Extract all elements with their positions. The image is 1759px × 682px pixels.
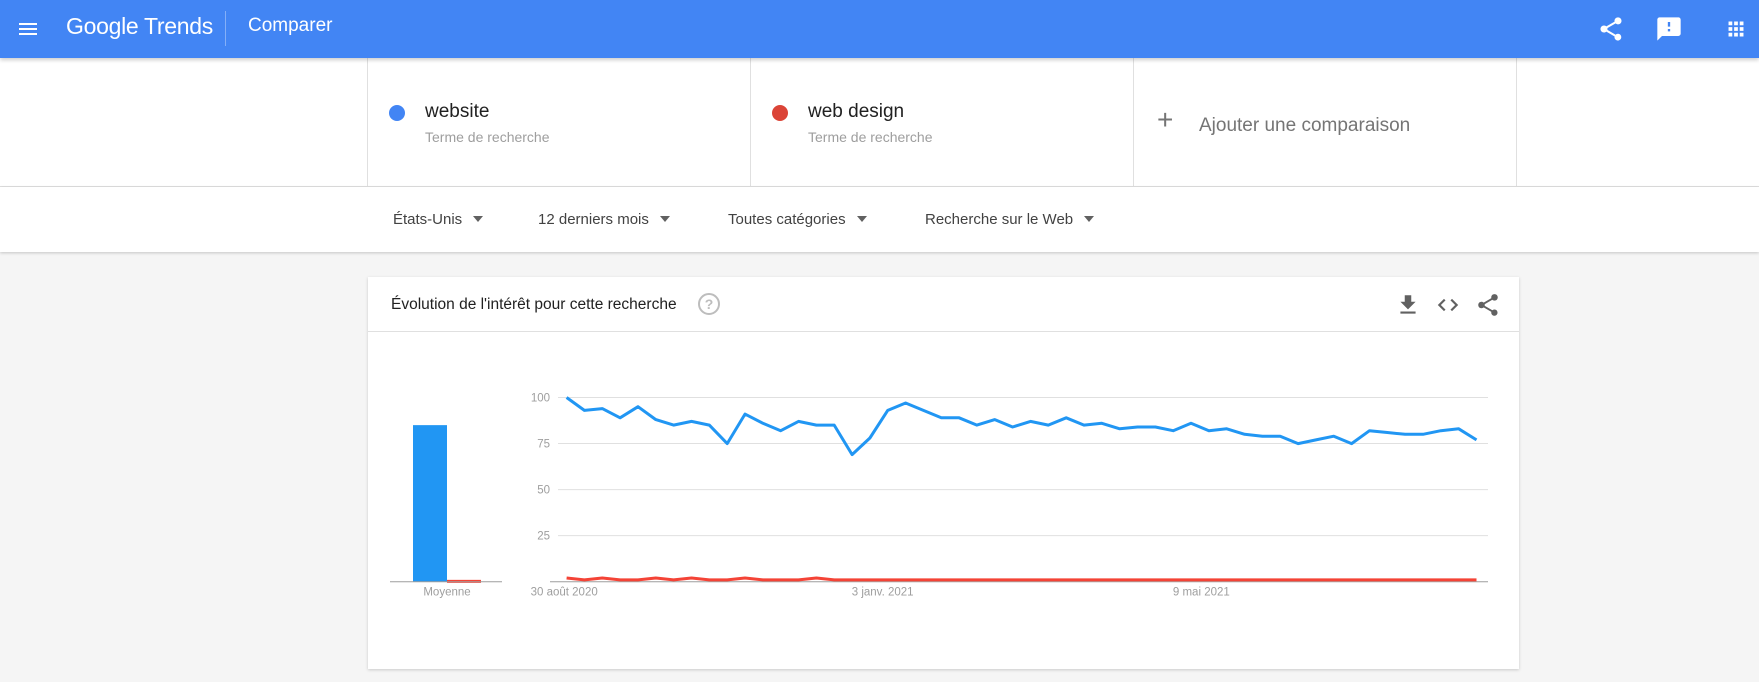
y-tick-label: 100 <box>531 393 550 405</box>
y-tick-label: 25 <box>537 531 550 543</box>
x-tick-label: 30 août 2020 <box>531 587 598 599</box>
y-tick-label: 50 <box>537 485 550 497</box>
filter-category[interactable]: Toutes catégories <box>728 211 867 228</box>
divider <box>225 11 226 46</box>
page-title: Comparer <box>248 15 333 36</box>
series-line-website <box>565 396 1478 457</box>
menu-icon[interactable] <box>16 17 40 41</box>
series-line-web-design <box>566 576 1477 582</box>
top-app-bar: Google Trends Comparer <box>0 0 1759 58</box>
y-tick-label: 75 <box>537 439 550 451</box>
average-label: Moyenne <box>423 587 470 599</box>
share-icon[interactable] <box>1597 15 1625 43</box>
average-bar-website <box>413 425 447 582</box>
interest-chart: 25 50 75 100 Moyenne 30 août 2020 3 janv. 20… <box>390 393 1488 599</box>
filter-label: Recherche sur le Web <box>925 211 1074 228</box>
dropdown-arrow-icon <box>1084 216 1095 222</box>
dropdown-arrow-icon <box>659 216 670 222</box>
filter-label: États-Unis <box>393 211 463 228</box>
dropdown-arrow-icon <box>473 216 484 222</box>
filter-search-type[interactable]: Recherche sur le Web <box>925 211 1095 228</box>
google-trends-logo[interactable]: Google Trends <box>66 13 213 40</box>
filter-region[interactable]: États-Unis <box>393 211 484 228</box>
filter-label: Toutes catégories <box>728 211 846 228</box>
feedback-icon[interactable] <box>1655 15 1683 43</box>
x-tick-label: 9 mai 2021 <box>1173 587 1230 599</box>
apps-icon[interactable] <box>1722 15 1750 43</box>
filter-time-range[interactable]: 12 derniers mois <box>538 211 670 228</box>
x-tick-label: 3 janv. 2021 <box>852 587 914 599</box>
dropdown-arrow-icon <box>856 216 867 222</box>
filter-label: 12 derniers mois <box>538 211 649 228</box>
filters-bar: États-Unis 12 derniers mois Toutes catég… <box>0 187 1759 252</box>
